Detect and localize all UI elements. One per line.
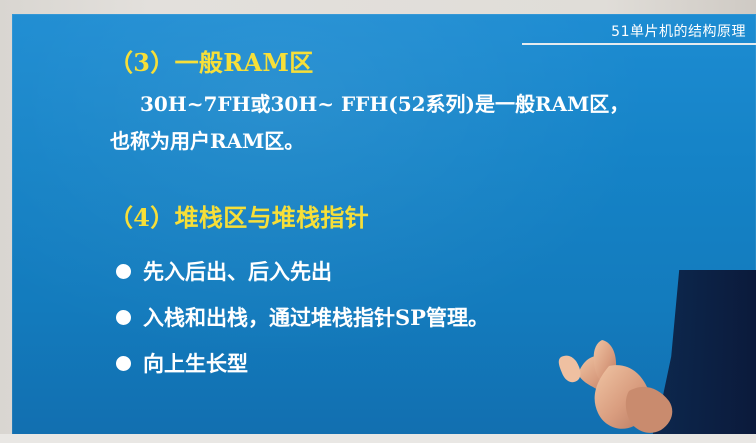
slide-panel: 51单片机的结构原理 （3）一般RAM区 30H~7FH或30H~ FFH(52… — [12, 14, 756, 435]
bullet-dot-icon — [116, 263, 131, 279]
bullet-text: 入栈和出栈，通过堆栈指针SP管理。 — [143, 305, 489, 330]
bullet-text: 向上生长型 — [143, 351, 248, 376]
section-3-title: （3）一般RAM区 — [109, 48, 314, 77]
bullet-text: 先入后出、后入先出 — [143, 259, 332, 284]
bullet-item: 先入后出、后入先出 — [116, 248, 489, 294]
section-3-line-1: 30H~7FH或30H~ FFH(52系列)是一般RAM区， — [140, 92, 630, 116]
slide-bottom-edge — [0, 434, 756, 443]
presentation-frame: 51单片机的结构原理 （3）一般RAM区 30H~7FH或30H~ FFH(52… — [0, 0, 756, 443]
section-3-line-2: 也称为用户RAM区。 — [110, 129, 305, 153]
section-4-bullet-list: 先入后出、后入先出 入栈和出栈，通过堆栈指针SP管理。 向上生长型 — [116, 248, 489, 386]
header-divider — [522, 43, 756, 45]
bullet-dot-icon — [116, 355, 131, 371]
slide-topic-label: 51单片机的结构原理 — [611, 24, 746, 40]
bullet-item: 向上生长型 — [116, 340, 489, 386]
bullet-dot-icon — [116, 309, 131, 325]
bullet-item: 入栈和出栈，通过堆栈指针SP管理。 — [116, 294, 489, 340]
section-4-title: （4）堆栈区与堆栈指针 — [109, 203, 369, 232]
